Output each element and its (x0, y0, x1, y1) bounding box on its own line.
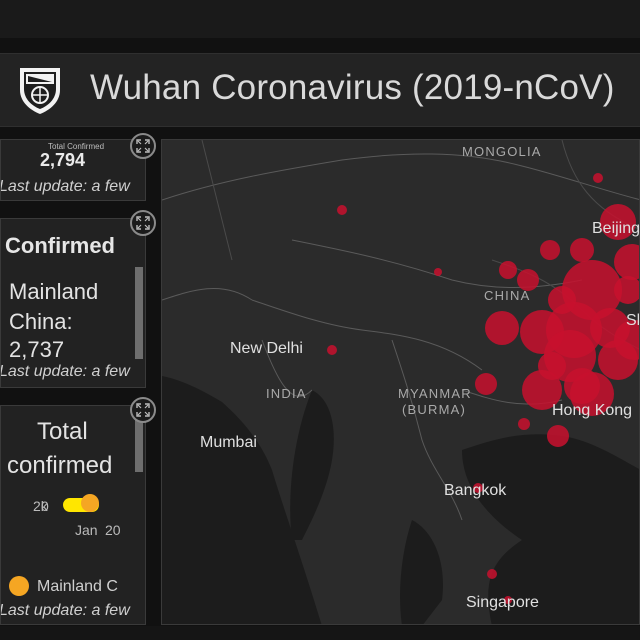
page-title: Wuhan Coronavirus (2019-nCoV) (90, 68, 615, 107)
legend-label: Mainland C (37, 578, 118, 595)
chart-series-mark (81, 494, 99, 512)
case-marker[interactable] (593, 173, 603, 183)
case-marker[interactable] (518, 418, 530, 430)
case-marker[interactable] (485, 311, 519, 345)
case-marker[interactable] (327, 345, 337, 355)
browser-top-bar (0, 0, 640, 38)
expand-icon[interactable] (130, 133, 156, 159)
map-view[interactable]: MONGOLIA CHINA INDIA MYANMAR (BURMA) Bei… (161, 139, 640, 625)
chart-title-line2: confirmed (7, 452, 113, 479)
map-label-city: Bangkok (444, 482, 507, 499)
university-shield-icon (14, 64, 66, 116)
expand-icon[interactable] (130, 210, 156, 236)
dashboard-header: Wuhan Coronavirus (2019-nCoV) (0, 53, 640, 127)
case-marker[interactable] (547, 425, 569, 447)
confirmed-by-region-panel: Confirmed Mainland China: 2,737 Last upd… (0, 218, 146, 388)
scrollbar[interactable] (135, 267, 143, 359)
map-label-country: (BURMA) (402, 402, 467, 417)
map-label-city: Hong Kong (552, 402, 633, 419)
chart-axis-date: 20 (105, 522, 121, 538)
map-label-city: Sh (626, 312, 639, 329)
expand-icon[interactable] (130, 397, 156, 423)
browser-bottom-bar (0, 626, 640, 640)
case-marker[interactable] (548, 286, 576, 314)
chart-axis-date: Jan (75, 522, 98, 538)
region-value: 2,737 (9, 337, 65, 362)
region-name-line2: China: (9, 309, 73, 334)
confirmed-chart-panel: Total confirmed 2k 0 Jan 20 Mainland C L… (0, 405, 146, 625)
chart-axis-value: 0 (41, 498, 49, 514)
case-marker[interactable] (337, 205, 347, 215)
map-label-country: MYANMAR (398, 386, 472, 401)
legend-swatch (9, 576, 29, 596)
case-marker[interactable] (517, 269, 539, 291)
total-confirmed-value: 2,794 (40, 150, 86, 170)
last-update-text: Last update: a few (0, 602, 130, 619)
case-marker[interactable] (487, 569, 497, 579)
map-label-country: INDIA (266, 386, 307, 401)
total-confirmed-panel: Total Confirmed 2,794 Last update: a few (0, 139, 146, 201)
case-marker[interactable] (499, 261, 517, 279)
case-marker[interactable] (434, 268, 442, 276)
map-label-city: Mumbai (200, 434, 257, 451)
confirmed-title: Confirmed (5, 233, 115, 258)
map-label-country: MONGOLIA (462, 144, 542, 159)
case-marker[interactable] (570, 238, 594, 262)
case-marker[interactable] (614, 276, 639, 304)
chart-title-line1: Total (37, 418, 88, 445)
region-name-line1: Mainland (9, 279, 99, 304)
map-label-city: Beijing (592, 220, 640, 237)
last-update-text: Last update: a few (0, 178, 130, 195)
last-update-text: Last update: a few (0, 363, 130, 380)
case-marker[interactable] (475, 373, 497, 395)
map-label-city: Singapore (466, 594, 539, 611)
case-marker[interactable] (540, 240, 560, 260)
map-label-city: New Delhi (230, 340, 303, 357)
